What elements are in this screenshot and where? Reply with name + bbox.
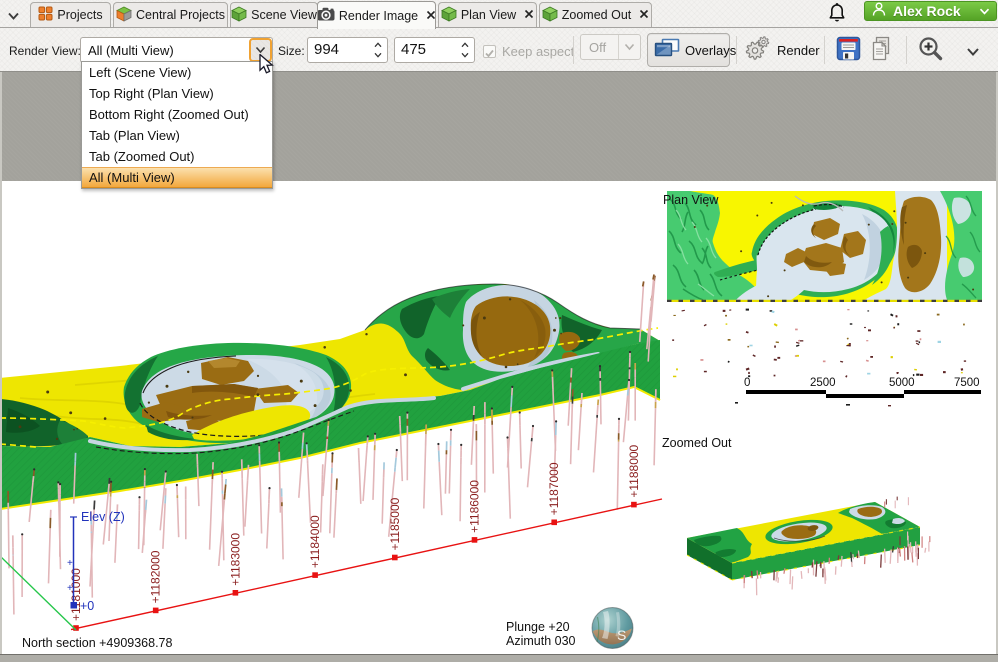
tab-plan-view[interactable]: Plan View (438, 2, 537, 27)
tab-label: Plan View (461, 8, 516, 22)
camera-icon (317, 7, 335, 24)
scene-cube-icon (441, 6, 457, 25)
tab-scene-view[interactable]: Scene View (230, 2, 318, 27)
tab-render-image[interactable]: Render Image (317, 1, 436, 29)
tab-label: Render Image (339, 9, 418, 23)
keep-aspect-label: Keep aspect (502, 44, 574, 59)
tab-label: Zoomed Out (562, 8, 631, 22)
overlays-toggle-button[interactable]: Overlays (647, 33, 730, 67)
render-label: Render (777, 43, 820, 58)
size-label: Size: (278, 44, 305, 58)
width-value: 994 (314, 41, 339, 58)
render-gear-icon (744, 35, 771, 65)
height-spinner[interactable] (460, 42, 470, 58)
central-cube-icon (116, 6, 132, 25)
user-menu-chevron-icon (979, 2, 990, 20)
dropdown-item[interactable]: Bottom Right (Zoomed Out) (82, 104, 272, 125)
tab-zoomed-out[interactable]: Zoomed Out (539, 2, 652, 27)
overlays-label: Overlays (685, 43, 736, 58)
render-view-dropdown-list: Left (Scene View)Top Right (Plan View)Bo… (81, 61, 273, 189)
keep-aspect-checkbox[interactable] (483, 45, 496, 58)
height-input[interactable]: 475 (394, 37, 475, 63)
close-tab-icon[interactable] (524, 8, 534, 22)
user-name: Alex Rock (893, 3, 973, 19)
dropdown-item[interactable]: Left (Scene View) (82, 62, 272, 83)
dropdown-item[interactable]: Tab (Zoomed Out) (82, 146, 272, 167)
mouse-cursor (259, 54, 278, 81)
tab-central-projects[interactable]: Central Projects (113, 2, 228, 27)
scene-cube-icon (231, 6, 247, 25)
close-tab-icon[interactable] (639, 8, 649, 22)
overlays-icon (654, 38, 680, 63)
tab-label: Scene View (251, 8, 317, 22)
render-view-combo[interactable]: All (Multi View) (80, 37, 273, 63)
save-image-button[interactable] (836, 36, 861, 66)
width-input[interactable]: 994 (307, 37, 388, 63)
copy-image-button[interactable] (868, 36, 895, 67)
toolbar-more-chevron-icon[interactable] (966, 44, 980, 62)
scene-cube-icon (542, 6, 558, 25)
width-spinner[interactable] (373, 42, 383, 58)
tab-overflow-chevron-icon[interactable] (7, 9, 20, 27)
off-combo-arrow (618, 35, 640, 59)
tab-label: Projects (57, 8, 102, 22)
render-canvas[interactable] (2, 181, 996, 654)
height-value: 475 (401, 41, 426, 58)
projects-grid-icon (38, 6, 53, 24)
notifications-bell-icon[interactable] (827, 2, 847, 30)
dropdown-item[interactable]: All (Multi View) (82, 167, 272, 188)
render-button[interactable]: Render (744, 33, 820, 67)
dropdown-item[interactable]: Tab (Plan View) (82, 125, 272, 146)
close-tab-icon[interactable] (426, 9, 436, 23)
tab-label: Central Projects (136, 8, 225, 22)
off-combo: Off (580, 34, 641, 60)
render-view-value: All (Multi View) (88, 43, 174, 58)
tab-projects[interactable]: Projects (30, 2, 111, 27)
user-icon (871, 1, 887, 22)
dropdown-item[interactable]: Top Right (Plan View) (82, 83, 272, 104)
user-menu-button[interactable]: Alex Rock (864, 1, 997, 21)
off-value: Off (589, 40, 606, 55)
zoom-button[interactable] (917, 35, 945, 68)
status-bar (0, 654, 998, 662)
render-view-label: Render View: (9, 44, 81, 58)
tab-bar: Projects Central Projects Scene View (0, 0, 998, 28)
